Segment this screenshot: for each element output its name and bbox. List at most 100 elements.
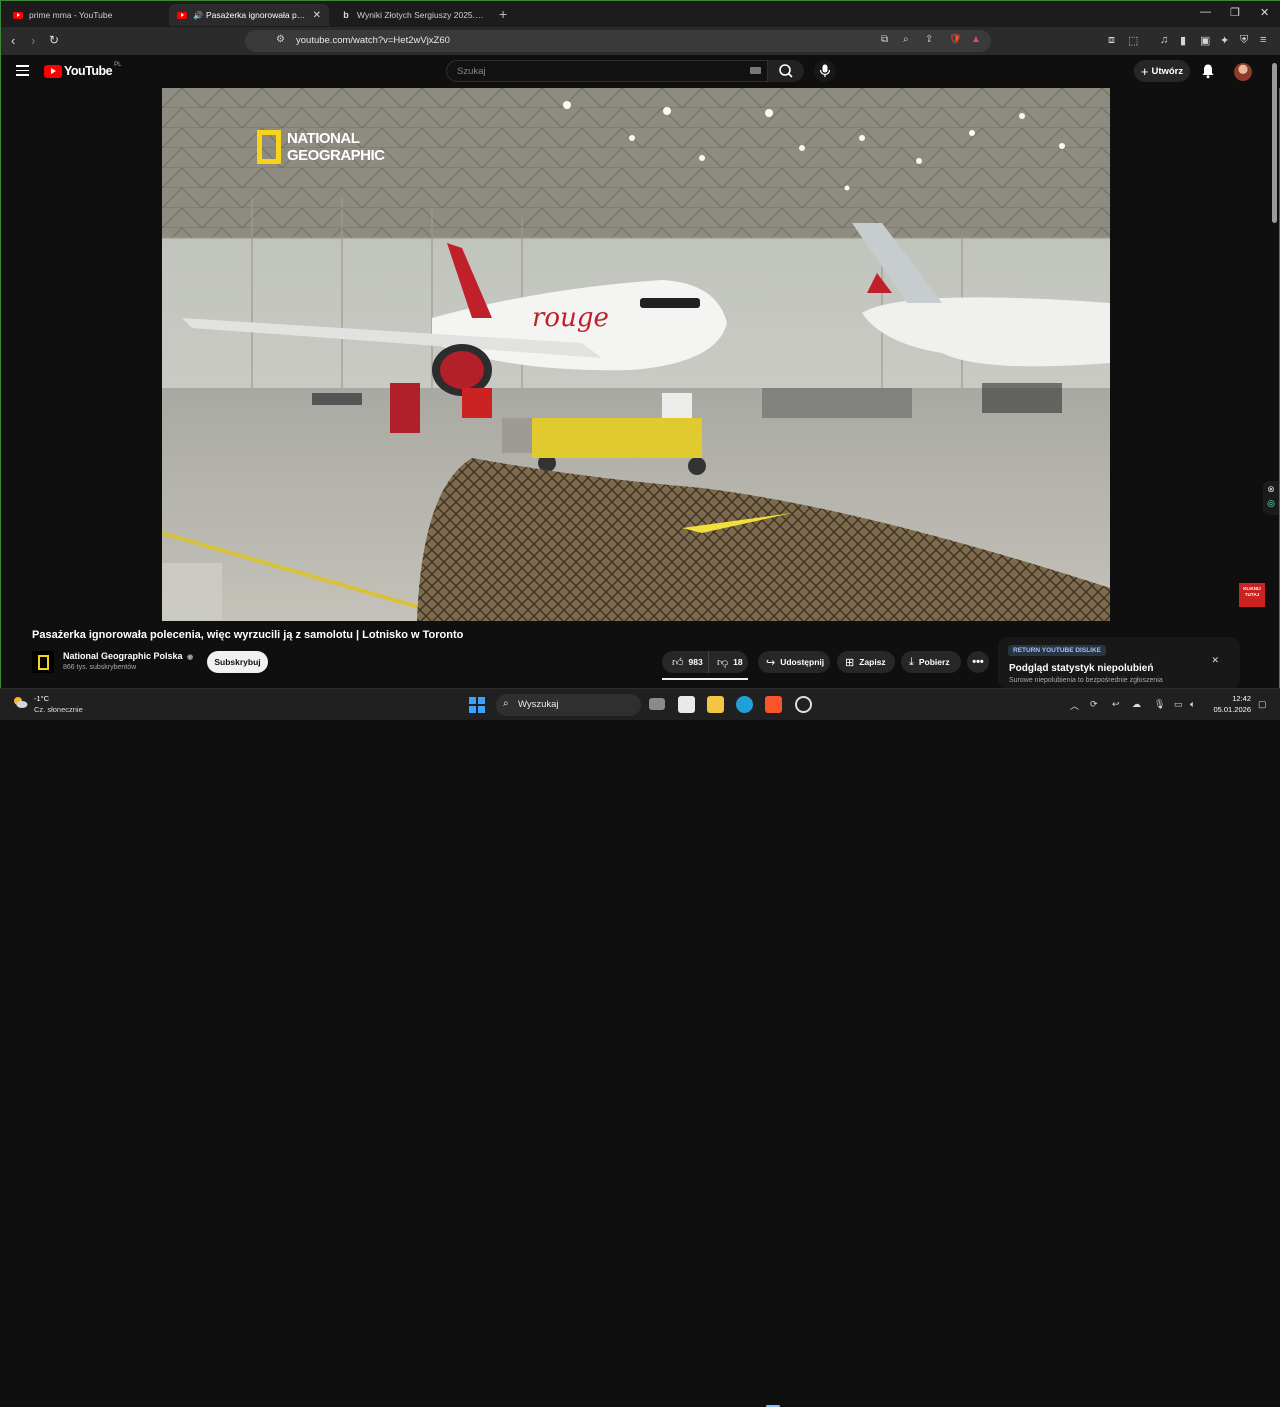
weather-temperature: -1°C: [34, 694, 50, 703]
brave-shield-icon[interactable]: 🛡: [949, 34, 962, 45]
wallet-icon[interactable]: ▣: [1200, 34, 1210, 47]
channel-name[interactable]: National Geographic Polska ◉: [63, 651, 193, 661]
share-button[interactable]: ↪ Udostępnij: [758, 651, 830, 673]
dislike-button[interactable]: 👎︎ 18: [708, 651, 748, 673]
maximize-icon[interactable]: ❐: [1230, 6, 1240, 19]
page-scrollbar[interactable]: [1272, 63, 1277, 223]
system-clock[interactable]: 12:42 05.01.2026: [1211, 693, 1251, 715]
clock-time: 12:42: [1232, 694, 1251, 703]
side-ad-badge[interactable]: KLIKNIJ TUTAJ: [1239, 583, 1265, 607]
side-tool-panel[interactable]: ⊗ ◎: [1263, 481, 1279, 515]
watermark-line2: GEOGRAPHIC: [287, 147, 385, 164]
bell-icon: [1202, 64, 1214, 79]
cloud-icon[interactable]: ☁: [1132, 699, 1141, 710]
download-button[interactable]: ⤓ Pobierz: [901, 651, 961, 673]
new-tab-icon[interactable]: +: [499, 6, 507, 22]
tray-app-icon[interactable]: ↩: [1112, 699, 1120, 710]
search-button[interactable]: [768, 60, 804, 82]
browser-window: prime mma - YouTube 🔊 Pasażerka ignorowa…: [0, 0, 1280, 720]
download-icon: ⤓: [909, 655, 914, 668]
search-input[interactable]: Szukaj: [446, 60, 768, 82]
create-label: Utwórz: [1151, 65, 1184, 77]
subscribe-button[interactable]: Subskrybuj: [207, 651, 268, 673]
minimize-icon[interactable]: —: [1200, 6, 1211, 18]
channel-name-text: National Geographic Polska: [63, 651, 183, 661]
video-player[interactable]: rouge NATIONAL GEOGRAPHIC: [162, 88, 1110, 621]
brave-rewards-icon[interactable]: ▲: [971, 34, 981, 45]
notification-icon[interactable]: ▢: [1258, 699, 1267, 710]
tab-current-video[interactable]: 🔊 Pasażerka ignorowała polece ✕: [169, 4, 329, 26]
speaker-icon: 🔊: [193, 10, 203, 20]
back-icon[interactable]: ‹: [11, 33, 15, 48]
save-label: Zapisz: [859, 657, 886, 667]
extension-icon[interactable]: ⬚: [1128, 34, 1138, 47]
github-desktop-icon[interactable]: [795, 696, 812, 713]
start-button[interactable]: [469, 697, 485, 713]
vpn-icon[interactable]: ⛨: [1240, 34, 1248, 47]
create-button[interactable]: + Utwórz: [1134, 60, 1190, 82]
microsoft-store-icon[interactable]: [678, 696, 695, 713]
thumbs-down-icon: 👎︎: [717, 656, 729, 669]
volume-icon[interactable]: 🔈︎: [1190, 699, 1195, 710]
like-button[interactable]: 👍︎ 983: [662, 651, 708, 673]
extensions-icon[interactable]: ⧈: [1108, 34, 1115, 47]
keyboard-icon[interactable]: [750, 67, 761, 74]
youtube-logo[interactable]: YouTube PL: [44, 62, 121, 78]
network-icon[interactable]: ▭: [1174, 699, 1183, 710]
close-tab-icon[interactable]: ✕: [307, 10, 321, 21]
youtube-play-icon: [44, 64, 62, 78]
side-ad-line2: TUTAJ: [1244, 592, 1260, 597]
share-icon[interactable]: ⇪: [925, 34, 933, 45]
sidebar-icon[interactable]: ▮: [1180, 34, 1186, 47]
tab-prime-mma[interactable]: prime mma - YouTube: [5, 4, 165, 26]
close-window-icon[interactable]: ✕: [1260, 6, 1269, 19]
avatar[interactable]: [1234, 63, 1252, 81]
national-geographic-watermark: NATIONAL GEOGRAPHIC: [257, 130, 385, 164]
like-count: 983: [688, 657, 703, 667]
sync-icon[interactable]: ⟳: [1090, 699, 1098, 710]
close-icon[interactable]: ✕: [1211, 655, 1219, 666]
reload-icon[interactable]: ↻: [49, 33, 59, 47]
save-button[interactable]: ⊞ Zapisz: [837, 651, 895, 673]
settings-circle-icon[interactable]: ◎: [1263, 498, 1279, 509]
edge-browser-icon[interactable]: [736, 696, 753, 713]
video-title: Pasażerka ignorowała polecenia, więc wyr…: [32, 629, 464, 641]
url-text: youtube.com/watch?v=Het2wVjxZ60: [296, 35, 450, 46]
file-explorer-icon[interactable]: [707, 696, 724, 713]
site-settings-icon[interactable]: ⚙: [276, 34, 285, 45]
tray-expand-icon[interactable]: ︿: [1070, 699, 1079, 712]
tab-wyniki[interactable]: b Wyniki Złotych Sergiuszy 2025. Ludzi: [333, 4, 493, 26]
open-external-icon[interactable]: ⧉: [881, 34, 888, 45]
mic-tray-icon[interactable]: 🎙︎: [1154, 699, 1165, 710]
logo-text: YouTube: [64, 64, 113, 78]
return-youtube-dislike-panel: RETURN YOUTUBE DISLIKE Podgląd statystyk…: [998, 637, 1240, 689]
music-icon[interactable]: ♫: [1160, 34, 1168, 46]
like-ratio-bar: [662, 678, 748, 680]
search-placeholder: Szukaj: [457, 66, 486, 77]
taskbar-search[interactable]: ⌕ Wyszukaj: [496, 694, 641, 716]
task-view-icon[interactable]: [649, 698, 665, 710]
share-arrow-icon: ↪: [766, 656, 776, 669]
ryd-heading: Podgląd statystyk niepolubień: [1009, 663, 1154, 674]
dislike-count: 18: [733, 657, 743, 667]
brave-browser-icon[interactable]: [765, 696, 782, 713]
voice-search-button[interactable]: [814, 60, 836, 82]
address-bar[interactable]: ⚙ youtube.com/watch?v=Het2wVjxZ60 ⧉ ⌕ ⇪ …: [245, 30, 991, 52]
natgeo-logo-icon: [257, 130, 281, 164]
more-actions-button[interactable]: •••: [967, 651, 989, 673]
notifications-button[interactable]: [1201, 63, 1215, 84]
clock-date: 05.01.2026: [1213, 705, 1251, 714]
menu-icon[interactable]: ≡: [1260, 34, 1266, 46]
taskbar: -1°C Cz. słonecznie ⌕ Wyszukaj ︿ ⟳ ↩ ☁ 🎙…: [0, 688, 1280, 1407]
subscriber-count: 866 tys. subskrybentów: [63, 664, 137, 671]
channel-avatar[interactable]: [32, 651, 54, 673]
leo-ai-icon[interactable]: ✦: [1220, 34, 1229, 47]
thumbs-up-icon: 👍︎: [672, 656, 684, 669]
guide-menu-icon[interactable]: [16, 65, 29, 79]
svg-text:rouge: rouge: [532, 303, 609, 333]
tab-label: Pasażerka ignorowała polece: [205, 10, 307, 20]
close-circle-icon[interactable]: ⊗: [1263, 484, 1279, 495]
zoom-icon[interactable]: ⌕: [903, 34, 909, 45]
forward-icon[interactable]: ›: [31, 33, 35, 48]
ryd-subtext: Surowe niepolubienia to bezpośrednie zgł…: [1009, 677, 1163, 684]
